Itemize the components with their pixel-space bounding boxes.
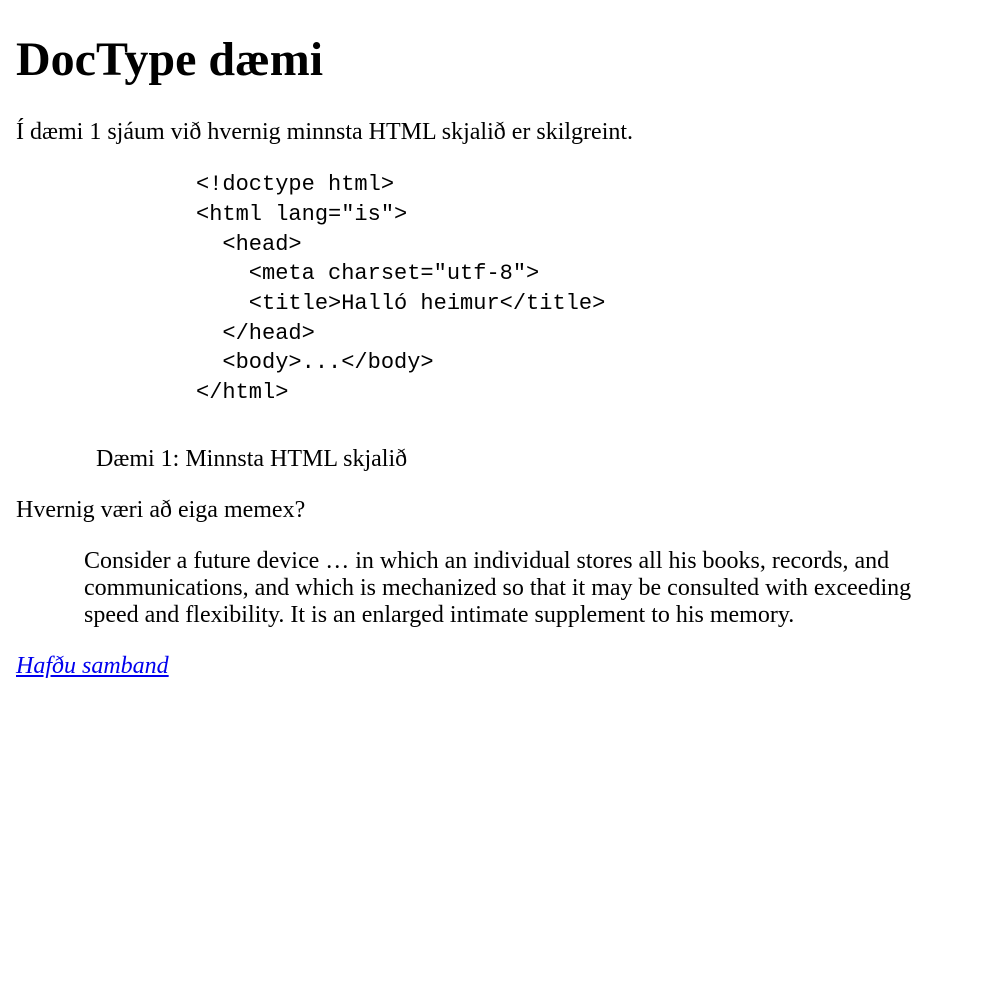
code-block: <!doctype html> <html lang="is"> <head> … bbox=[196, 170, 944, 408]
contact-link[interactable]: Hafðu samband bbox=[16, 653, 169, 679]
question-paragraph: Hvernig væri að eiga memex? bbox=[16, 497, 984, 524]
quote-text: Consider a future device … in which an i… bbox=[84, 548, 944, 629]
code-caption: Dæmi 1: Minnsta HTML skjalið bbox=[96, 446, 944, 473]
contact-address: Hafðu samband bbox=[16, 653, 984, 680]
memex-quote: Consider a future device … in which an i… bbox=[84, 548, 944, 629]
page-heading: DocType dæmi bbox=[16, 32, 984, 87]
intro-paragraph: Í dæmi 1 sjáum við hvernig minnsta HTML … bbox=[16, 119, 984, 146]
code-figure: <!doctype html> <html lang="is"> <head> … bbox=[56, 170, 944, 473]
